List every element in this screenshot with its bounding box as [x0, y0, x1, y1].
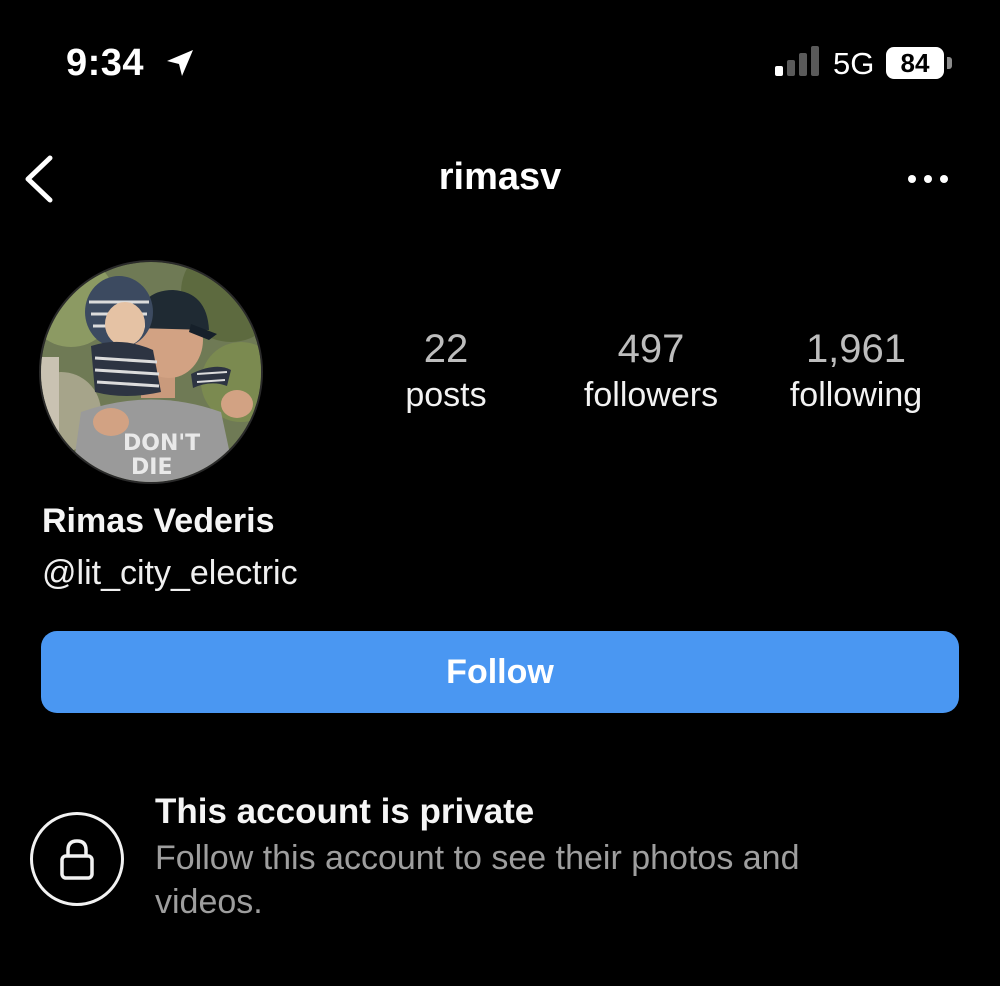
private-account-description: Follow this account to see their photos …	[155, 839, 800, 921]
lock-badge	[30, 812, 124, 906]
follow-button[interactable]: Follow	[41, 631, 959, 713]
stat-following[interactable]: 1,961 following	[756, 326, 956, 418]
network-type: 5G	[833, 46, 875, 81]
nav-header: rimasv	[0, 140, 1000, 220]
stat-value: 1,961	[805, 327, 907, 371]
status-bar: 9:34 5G 84	[0, 0, 1000, 120]
avatar-shirt-text-1: DON'T	[123, 431, 200, 456]
page-title: rimasv	[438, 156, 562, 198]
lock-icon	[60, 839, 94, 880]
stat-value: 22	[423, 327, 469, 371]
stat-label: following	[789, 376, 923, 414]
threads-handle-link[interactable]: @lit_city_electric	[42, 554, 298, 593]
location-arrow-icon	[167, 50, 193, 76]
battery-level: 84	[886, 47, 944, 79]
avatar[interactable]: DON'T DIE	[41, 262, 261, 482]
avatar-shirt-text-2: DIE	[131, 455, 172, 480]
private-account-title: This account is private	[155, 792, 535, 831]
stat-label: followers	[583, 376, 719, 414]
display-name: Rimas Vederis	[42, 502, 275, 540]
battery-tip	[947, 57, 952, 69]
cellular-signal-icon	[775, 46, 819, 76]
stat-followers[interactable]: 497 followers	[551, 326, 751, 418]
stat-value: 497	[617, 327, 685, 371]
stat-label: posts	[405, 376, 487, 414]
stat-posts[interactable]: 22 posts	[346, 326, 546, 418]
more-options-icon[interactable]	[898, 162, 958, 196]
avatar-photo: DON'T DIE	[41, 262, 261, 482]
status-time: 9:34	[66, 42, 145, 84]
battery-icon: 84	[886, 47, 952, 79]
